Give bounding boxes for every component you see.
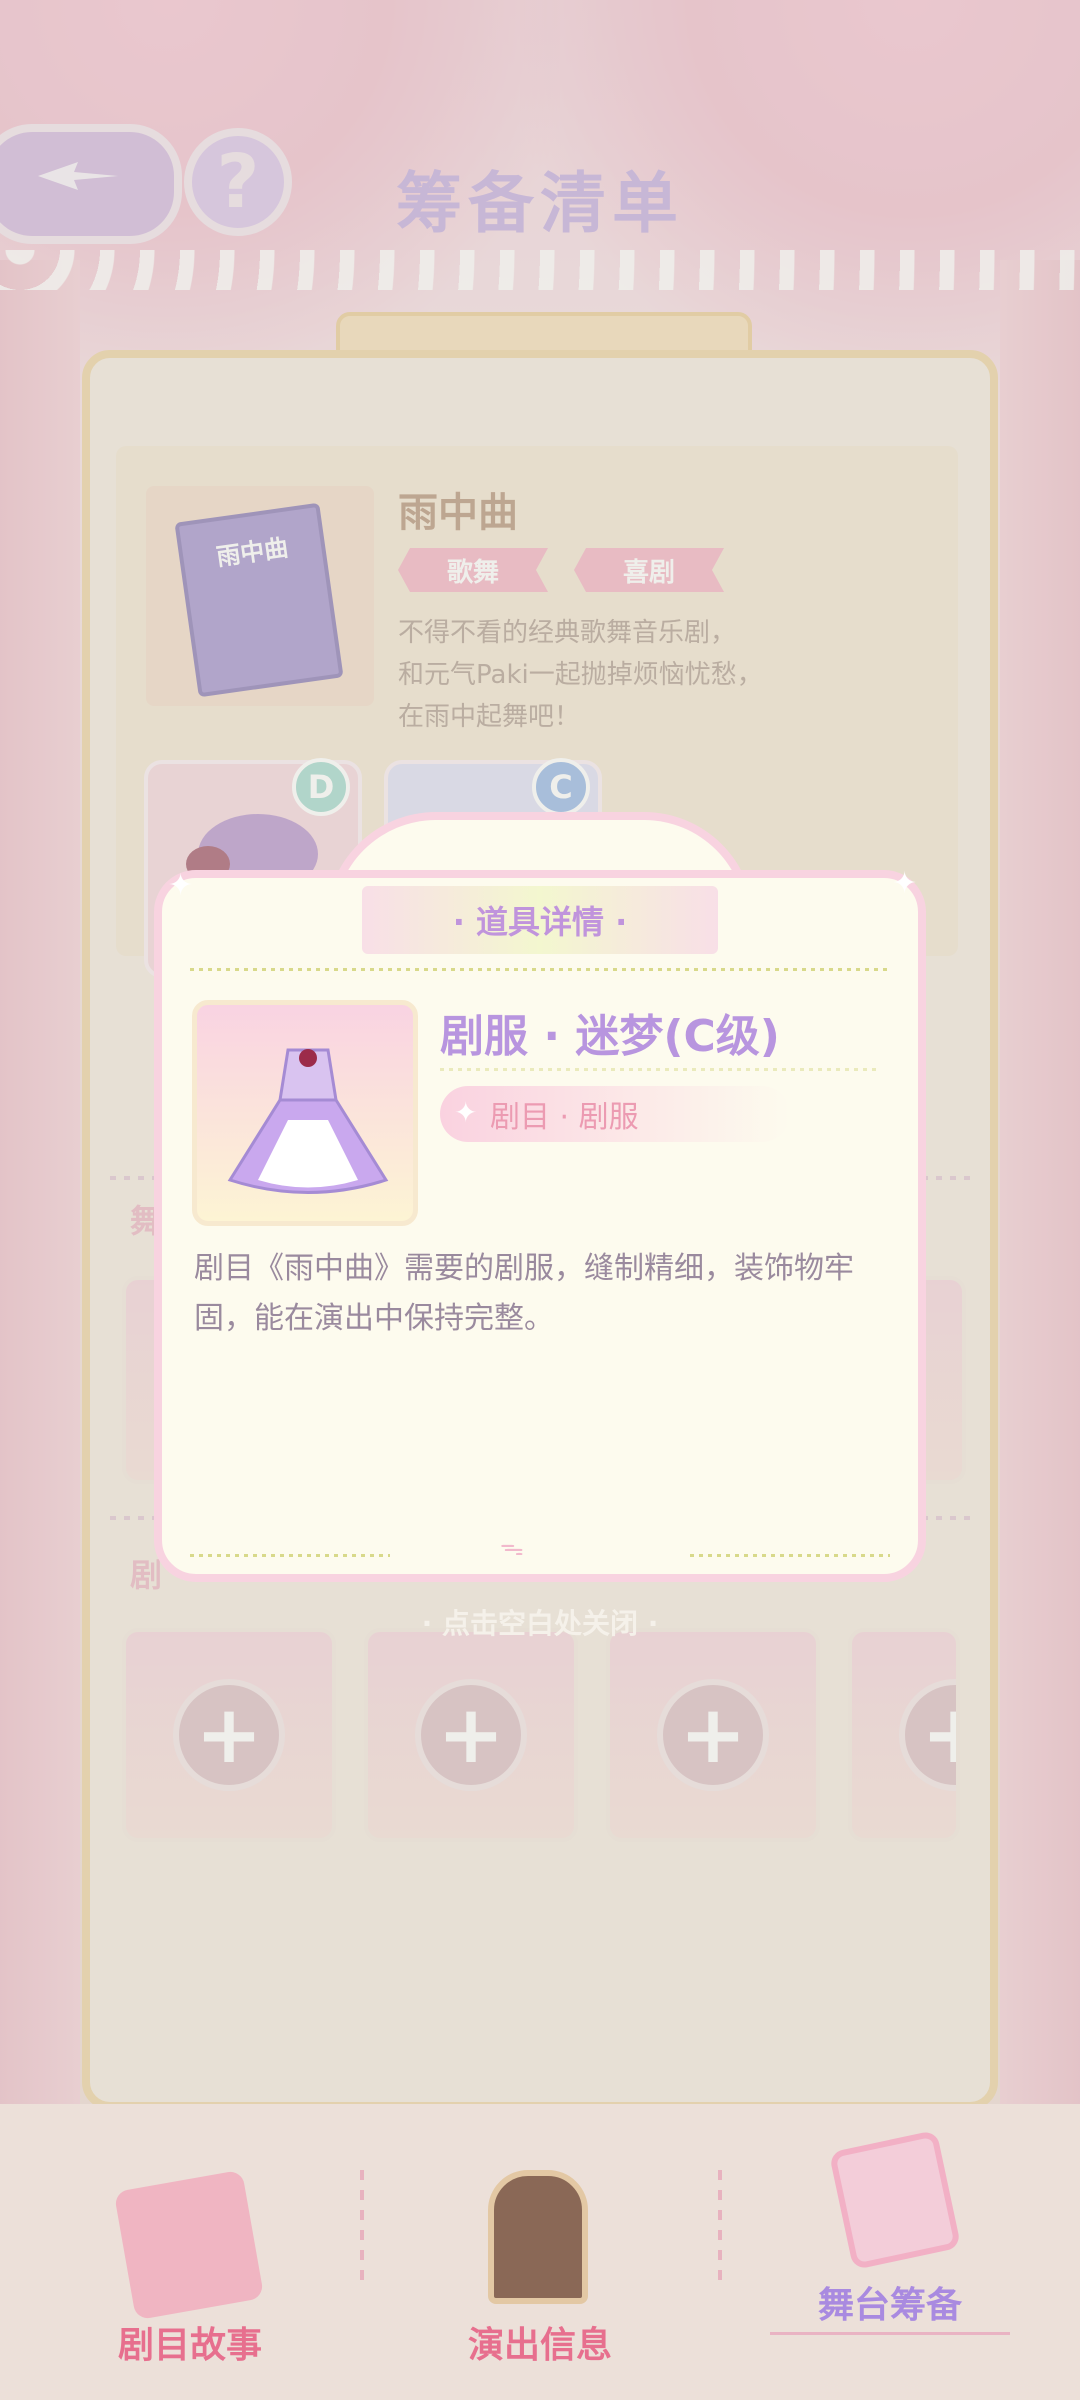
dotted-divider — [190, 968, 890, 971]
info-board-icon — [488, 2170, 588, 2304]
dotted-divider — [690, 1554, 890, 1557]
book-icon — [113, 2169, 265, 2321]
item-type-text: 剧目 · 剧服 — [490, 1100, 639, 1135]
item-description: 剧目《雨中曲》需要的剧服，缝制精细，装饰物牢固，能在演出中保持完整。 — [194, 1251, 854, 1336]
close-hint: · 点击空白处关闭 · — [421, 1607, 659, 1640]
nav-story-label: 剧目故事 — [117, 2325, 262, 2366]
item-detail-modal — [154, 870, 926, 1582]
sparkle-icon: ✦ — [892, 866, 918, 901]
dotted-divider — [440, 1068, 880, 1071]
item-type: ✦ 剧目 · 剧服 — [440, 1086, 790, 1142]
item-name: 剧服 · 迷梦(C级) — [440, 1011, 780, 1062]
nav-story[interactable]: 剧目故事 — [70, 2169, 310, 2370]
nav-divider — [360, 2170, 364, 2290]
nav-info-label: 演出信息 — [467, 2325, 612, 2366]
nav-info[interactable]: 演出信息 — [420, 2170, 660, 2370]
costume-dress-icon — [227, 1048, 389, 1194]
sparkle-icon: ✦ — [168, 868, 194, 903]
active-underline — [770, 2332, 1010, 2335]
bow-ornament-icon: ᯓ — [500, 1533, 524, 1561]
nav-divider — [718, 2170, 722, 2290]
checklist-icon — [828, 2129, 962, 2271]
nav-prep-label: 舞台筹备 — [817, 2285, 962, 2326]
modal-header: · 道具详情 · — [362, 886, 718, 954]
dotted-divider — [190, 1554, 390, 1557]
diamond-icon: ✦ — [454, 1096, 478, 1129]
nav-prep-active[interactable]: 舞台筹备 — [770, 2120, 1010, 2360]
